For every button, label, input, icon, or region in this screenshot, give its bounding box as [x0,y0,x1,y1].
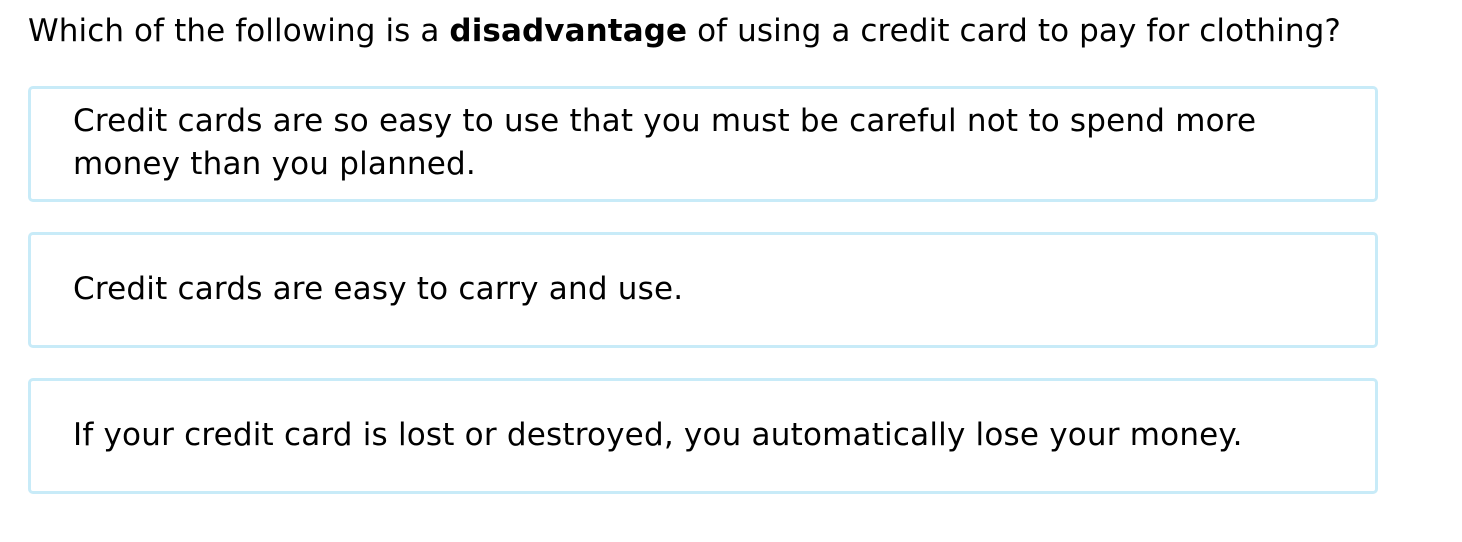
answer-choice-3-text: If your credit card is lost or destroyed… [73,416,1243,453]
answer-choice-2[interactable]: Credit cards are easy to carry and use. [28,232,1378,348]
answer-choice-2-text: Credit cards are easy to carry and use. [73,270,684,307]
answer-choice-1[interactable]: Credit cards are so easy to use that you… [28,86,1378,202]
answer-choices: Credit cards are so easy to use that you… [28,86,1378,494]
question-suffix: of using a credit card to pay for clothi… [687,13,1341,49]
question-prompt: Which of the following is a disadvantage… [28,10,1341,52]
question-emphasis: disadvantage [449,13,688,49]
question-prefix: Which of the following is a [28,13,450,49]
answer-choice-1-text: Credit cards are so easy to use that you… [73,103,1257,182]
answer-choice-3[interactable]: If your credit card is lost or destroyed… [28,378,1378,494]
